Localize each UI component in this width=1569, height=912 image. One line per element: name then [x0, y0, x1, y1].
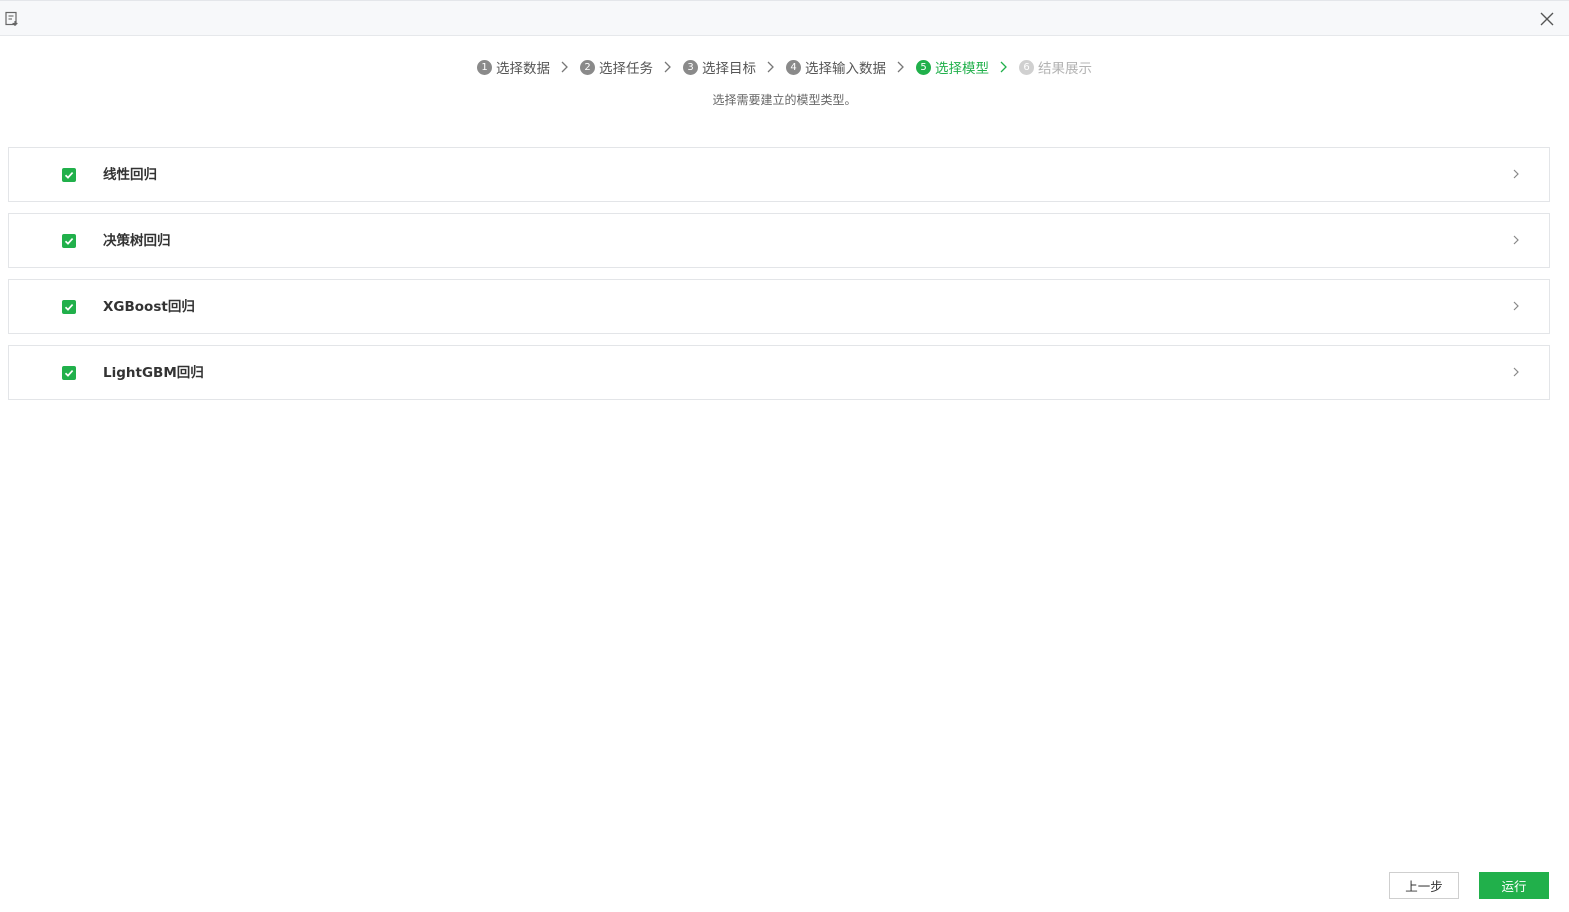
step-select-target[interactable]: 3 选择目标	[683, 57, 756, 77]
model-row-decision-tree-regression[interactable]: 决策树回归	[8, 213, 1550, 268]
step-number: 2	[580, 59, 595, 75]
step-select-input-data[interactable]: 4 选择输入数据	[786, 57, 886, 77]
check-icon	[64, 370, 74, 377]
step-select-task[interactable]: 2 选择任务	[580, 57, 653, 77]
document-icon[interactable]	[4, 11, 20, 27]
chevron-right-icon[interactable]	[1509, 299, 1523, 313]
step-results[interactable]: 6 结果展示	[1019, 57, 1092, 77]
step-select-data[interactable]: 1 选择数据	[477, 57, 550, 77]
chevron-right-icon	[1000, 61, 1007, 73]
previous-step-button[interactable]: 上一步	[1389, 872, 1459, 899]
step-number: 5	[916, 59, 931, 75]
chevron-right-icon	[767, 61, 774, 73]
model-row-lightgbm-regression[interactable]: LightGBM回归	[8, 345, 1550, 400]
model-checkbox[interactable]	[62, 168, 76, 182]
model-checkbox[interactable]	[62, 234, 76, 248]
step-label: 选择输入数据	[805, 61, 886, 77]
step-description: 选择需要建立的模型类型。	[712, 93, 857, 107]
model-label: 线性回归	[103, 167, 157, 183]
chevron-right-icon	[664, 61, 671, 73]
model-row-xgboost-regression[interactable]: XGBoost回归	[8, 279, 1550, 334]
chevron-right-icon	[561, 61, 568, 73]
step-label: 选择数据	[496, 61, 550, 77]
step-number: 3	[683, 59, 698, 75]
run-button[interactable]: 运行	[1479, 872, 1549, 899]
model-checkbox[interactable]	[62, 300, 76, 314]
model-label: XGBoost回归	[103, 299, 195, 315]
check-icon	[64, 304, 74, 311]
step-label: 选择模型	[935, 61, 989, 77]
wizard-steps: 1 选择数据 2 选择任务 3 选择目标 4 选择输入数据 5 选择模型 6 结…	[0, 56, 1569, 78]
step-select-model[interactable]: 5 选择模型	[916, 57, 989, 77]
model-list: 线性回归 决策树回归 XGBoost回归 LightGBM回归	[8, 147, 1550, 411]
step-number: 4	[786, 59, 801, 75]
chevron-right-icon[interactable]	[1509, 167, 1523, 181]
check-icon	[64, 238, 74, 245]
model-label: 决策树回归	[103, 233, 171, 249]
model-checkbox[interactable]	[62, 366, 76, 380]
dialog-header	[0, 0, 1569, 36]
chevron-right-icon[interactable]	[1509, 365, 1523, 379]
model-row-linear-regression[interactable]: 线性回归	[8, 147, 1550, 202]
step-number: 6	[1019, 59, 1034, 75]
chevron-right-icon[interactable]	[1509, 233, 1523, 247]
step-number: 1	[477, 59, 492, 75]
close-icon[interactable]	[1539, 11, 1555, 27]
chevron-right-icon	[897, 61, 904, 73]
step-label: 结果展示	[1038, 61, 1092, 77]
check-icon	[64, 172, 74, 179]
step-label: 选择任务	[599, 61, 653, 77]
step-label: 选择目标	[702, 61, 756, 77]
model-label: LightGBM回归	[103, 365, 204, 381]
model-selection-dialog: 1 选择数据 2 选择任务 3 选择目标 4 选择输入数据 5 选择模型 6 结…	[0, 0, 1569, 912]
